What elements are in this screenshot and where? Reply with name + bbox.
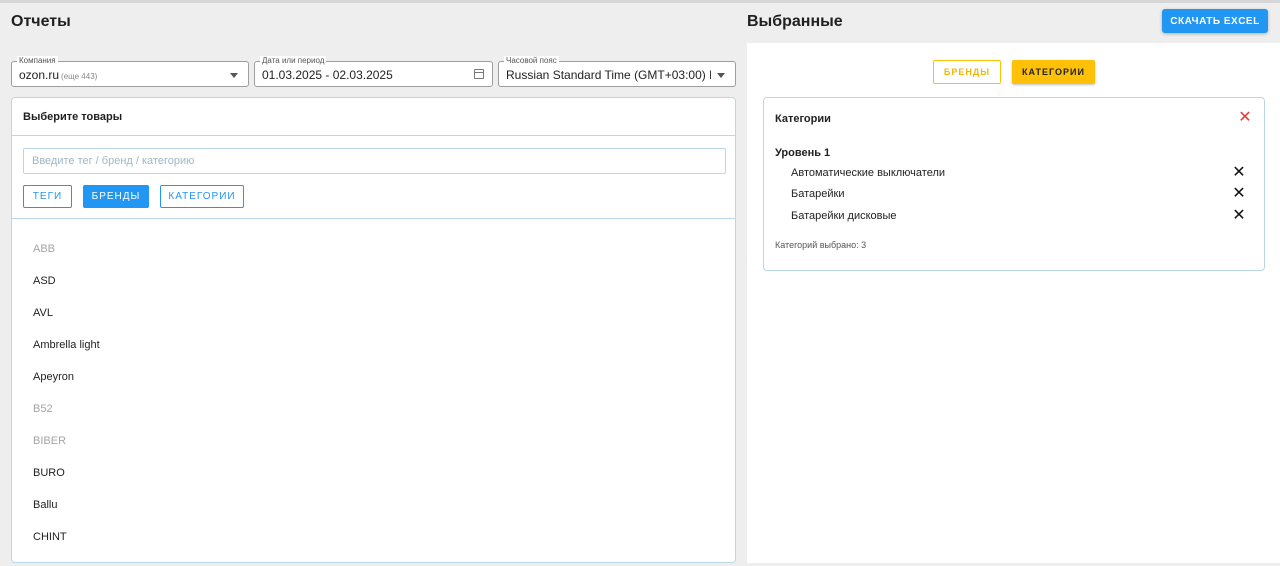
card-title: Категории bbox=[775, 113, 831, 125]
selected-categories-card: Категории ✕ Уровень 1 Автоматические вык… bbox=[763, 97, 1265, 271]
list-item: Батарейки ✕ bbox=[764, 185, 1264, 205]
timezone-value: Russian Standard Time (GMT+03:00) Moscow bbox=[506, 68, 711, 82]
remove-icon[interactable]: ✕ bbox=[1230, 164, 1248, 182]
company-name: ozon.ru bbox=[19, 68, 60, 82]
product-selector-panel: Выберите товары Теги Бренды Категории AB… bbox=[11, 97, 736, 563]
list-item: Автоматические выключатели ✕ bbox=[764, 164, 1264, 184]
chevron-down-icon bbox=[230, 73, 238, 78]
calendar-icon[interactable] bbox=[474, 69, 484, 79]
page-title-reports: Отчеты bbox=[11, 13, 71, 30]
selected-panel: Бренды Категории Категории ✕ Уровень 1 А… bbox=[747, 43, 1280, 563]
tab-tags[interactable]: Теги bbox=[23, 185, 72, 208]
category-label: Батарейки дисковые bbox=[791, 210, 897, 222]
divider bbox=[12, 218, 735, 219]
list-item[interactable]: AVL bbox=[33, 307, 100, 339]
search-input[interactable] bbox=[23, 148, 726, 174]
panel-title: Выберите товары bbox=[23, 111, 123, 123]
list-item: B52 bbox=[33, 403, 53, 415]
date-value: 01.03.2025 - 02.03.2025 bbox=[262, 68, 393, 82]
brand-list: ABB ASD AVL Ambrella light Apeyron B52 B… bbox=[33, 243, 100, 562]
list-item: BIBER bbox=[33, 435, 67, 447]
timezone-legend: Часовой пояс bbox=[504, 56, 559, 66]
list-item[interactable]: ASD bbox=[33, 275, 100, 307]
list-item[interactable]: Ambrella light bbox=[33, 339, 100, 371]
date-legend: Дата или период bbox=[260, 56, 327, 66]
category-label: Автоматические выключатели bbox=[791, 167, 946, 179]
remove-icon[interactable]: ✕ bbox=[1230, 207, 1248, 225]
company-select[interactable]: Компания ozon.ru (еще 443) bbox=[11, 56, 249, 87]
category-label: Батарейки bbox=[791, 188, 845, 200]
chevron-down-icon bbox=[717, 73, 725, 78]
list-item[interactable]: BURO bbox=[33, 467, 100, 499]
tab-categories[interactable]: Категории bbox=[160, 185, 244, 208]
list-item[interactable]: Ballu bbox=[33, 499, 100, 531]
toggle-categories[interactable]: Категории bbox=[1012, 60, 1095, 84]
company-legend: Компания bbox=[17, 56, 58, 66]
list-item[interactable]: CHINT bbox=[33, 531, 100, 562]
categories-count: Категорий выбрано: 3 bbox=[775, 240, 867, 250]
date-range-field[interactable]: Дата или период 01.03.2025 - 02.03.2025 bbox=[254, 56, 493, 87]
timezone-select[interactable]: Часовой пояс Russian Standard Time (GMT+… bbox=[498, 56, 736, 87]
company-extra: (еще 443) bbox=[61, 72, 98, 81]
top-border bbox=[0, 0, 1280, 3]
divider bbox=[12, 135, 735, 136]
list-item: ABB bbox=[33, 243, 56, 255]
level-heading: Уровень 1 bbox=[775, 147, 831, 159]
tab-brands[interactable]: Бренды bbox=[83, 185, 149, 208]
list-item[interactable]: Apeyron bbox=[33, 371, 100, 403]
export-excel-button[interactable]: Скачать Excel bbox=[1162, 9, 1268, 33]
toggle-brands[interactable]: Бренды bbox=[933, 60, 1001, 84]
close-icon[interactable]: ✕ bbox=[1238, 110, 1252, 126]
list-item: Батарейки дисковые ✕ bbox=[764, 207, 1264, 227]
remove-icon[interactable]: ✕ bbox=[1230, 185, 1248, 203]
company-value: ozon.ru (еще 443) bbox=[19, 68, 97, 82]
page-title-selected: Выбранные bbox=[747, 13, 843, 30]
